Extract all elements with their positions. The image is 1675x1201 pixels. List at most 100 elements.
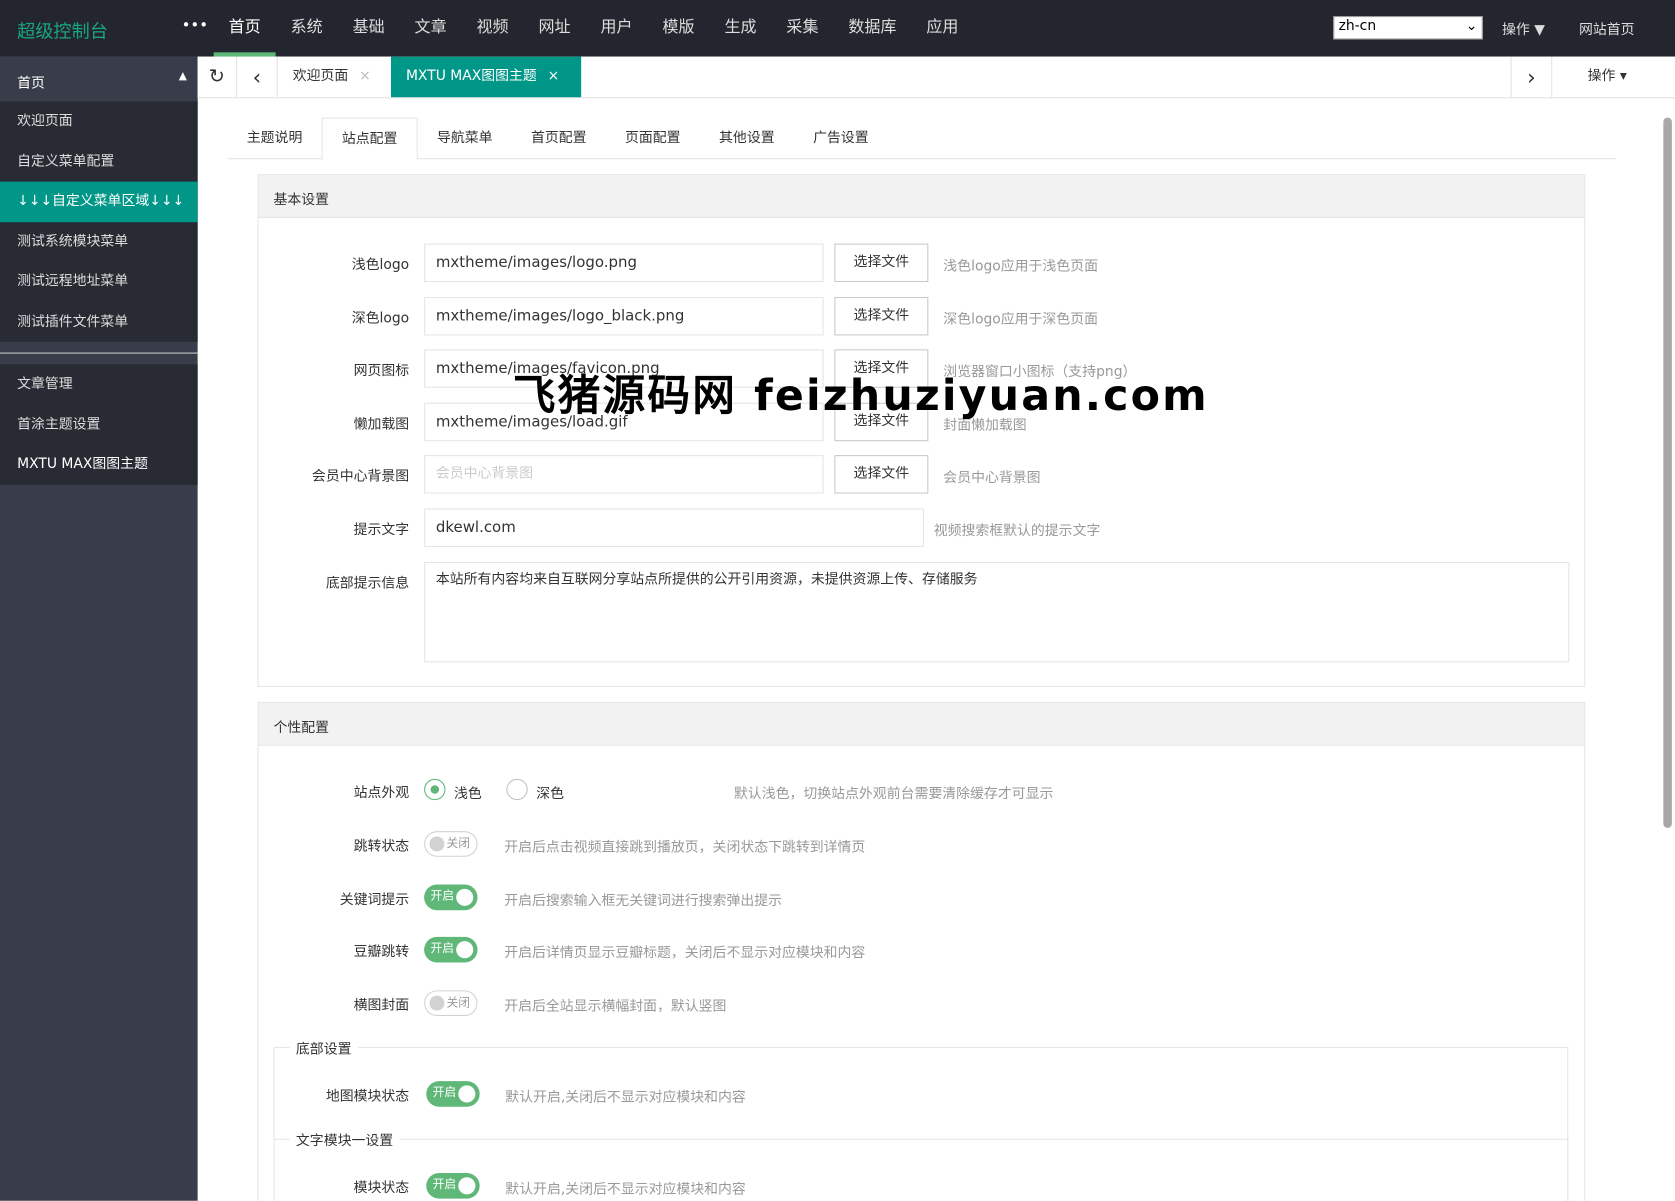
toggle-row: 关键词提示 开启 开启后搜索输入框无关键词进行搜索弹出提示 <box>259 878 1585 916</box>
settings-tab[interactable]: 站点配置 <box>321 117 418 161</box>
field-label: 关键词提示 <box>339 891 410 908</box>
more-menu-button[interactable]: ••• <box>182 17 208 34</box>
footer-info-textarea[interactable]: 本站所有内容均来自互联网分享站点所提供的公开引用资源，未提供资源上传、存储服务 <box>424 561 1570 663</box>
field-tip: 开启后搜索输入框无关键词进行搜索弹出提示 <box>504 892 783 909</box>
settings-tab[interactable]: 导航菜单 <box>418 118 512 159</box>
file-field-row: 会员中心背景图 会员中心背景图 选择文件 会员中心背景图 <box>259 455 1585 494</box>
settings-tabs: 主题说明 站点配置 导航菜单 首页配置 页面配置 其他设置 广告设置 <box>227 117 1617 161</box>
nav-item[interactable]: 系统 <box>276 0 338 57</box>
top-bar: 超级控制台 ••• 首页 系统 基础 文章 视频 网址 用户 模版 生成 采集 数据库 应用 zh-c… <box>0 0 1675 57</box>
scrollbar-thumb[interactable] <box>1663 117 1672 828</box>
sidebar-item[interactable]: 测试系统模块菜单 <box>0 222 198 262</box>
map-module-row: 地图模块状态 开启 默认开启,关闭后不显示对应模块和内容 <box>259 1075 1585 1113</box>
toggle-switch[interactable]: 关闭 <box>424 990 478 1017</box>
settings-tab[interactable]: 主题说明 <box>228 118 322 159</box>
field-label: 站点外观 <box>353 785 410 802</box>
settings-tab[interactable]: 其他设置 <box>700 118 794 159</box>
field-label: 浅色logo <box>351 257 410 274</box>
chevron-down-icon: ⌄ <box>1465 18 1478 35</box>
file-path-input[interactable]: 会员中心背景图 <box>424 455 824 494</box>
tabs-prev-icon[interactable]: ‹ <box>237 56 278 98</box>
nav-item[interactable]: 数据库 <box>833 0 911 57</box>
field-tip: 浅色logo应用于浅色页面 <box>943 258 1098 275</box>
caret-up-icon: ▲ <box>178 70 187 83</box>
sidebar-item[interactable]: 欢迎页面 <box>0 101 198 141</box>
nav-item[interactable]: 应用 <box>911 0 973 57</box>
appearance-row: 站点外观 浅色 深色 默认浅色，切换站点外观前台需要清除缓存才可显示 <box>259 771 1585 809</box>
tab-label: MXTU MAX图图主题 <box>405 68 537 85</box>
tab-welcome[interactable]: 欢迎页面 × <box>278 57 391 98</box>
watermark: 飞猪源码网 feizhuziyuan.com <box>512 371 1209 421</box>
nav-item[interactable]: 模版 <box>648 0 710 57</box>
refresh-icon[interactable]: ↻ <box>198 56 238 98</box>
nav-item[interactable]: 生成 <box>709 0 771 57</box>
close-icon[interactable]: × <box>548 68 560 84</box>
toggle-switch[interactable]: 开启 <box>424 937 478 963</box>
field-label: 会员中心背景图 <box>311 469 410 486</box>
language-select[interactable]: zh-cn ⌄ <box>1333 16 1483 40</box>
sidebar-item[interactable]: 首涂主题设置 <box>0 404 198 444</box>
radio-light[interactable] <box>424 778 446 801</box>
tabs-next-icon[interactable]: › <box>1510 56 1552 98</box>
top-nav: 首页 系统 基础 文章 视频 网址 用户 模版 生成 采集 数据库 应用 <box>213 0 974 57</box>
close-icon[interactable]: × <box>359 68 371 84</box>
main-content: 主题说明 站点配置 导航菜单 首页配置 页面配置 其他设置 广告设置 基本设置 浅色logo… <box>198 98 1662 1201</box>
hint-text-input[interactable]: dkewl.com <box>424 508 925 547</box>
field-label: 跳转状态 <box>353 838 410 855</box>
field-label: 底部提示信息 <box>325 575 410 592</box>
sidebar-item[interactable]: 文章管理 <box>0 364 198 404</box>
field-label: 地图模块状态 <box>325 1088 410 1105</box>
sidebar-item[interactable]: ↓↓↓自定义菜单区域↓↓↓ <box>0 181 198 222</box>
field-label: 横图封面 <box>353 997 410 1014</box>
radio-dark[interactable] <box>506 778 528 801</box>
choose-file-button[interactable]: 选择文件 <box>834 296 929 336</box>
scrollbar[interactable] <box>1661 98 1675 1200</box>
settings-tab[interactable]: 首页配置 <box>512 118 606 159</box>
app-logo: 超级控制台 <box>17 21 108 43</box>
field-tip: 开启后全站显示横幅封面，默认竖图 <box>504 998 727 1015</box>
nav-item[interactable]: 视频 <box>462 0 524 57</box>
hint-text-row: 提示文字 dkewl.com 视频搜索框默认的提示文字 <box>259 508 1585 547</box>
settings-tab[interactable]: 页面配置 <box>606 118 700 159</box>
field-tip: 默认开启,关闭后不显示对应模块和内容 <box>505 1181 746 1198</box>
toggle-switch[interactable]: 开启 <box>424 884 478 910</box>
sidebar-item[interactable]: 测试插件文件菜单 <box>0 302 198 342</box>
tab-mxtu[interactable]: MXTU MAX图图主题 × <box>390 56 582 98</box>
nav-item[interactable]: 基础 <box>338 0 400 57</box>
radio-label: 深色 <box>536 786 565 803</box>
settings-tab[interactable]: 广告设置 <box>794 118 888 159</box>
card-title: 个性配置 <box>258 702 1585 746</box>
site-home-link[interactable]: 网站首页 <box>1579 18 1635 38</box>
nav-item[interactable]: 首页 <box>213 0 276 57</box>
sidebar-head-label: 首页 <box>17 75 45 92</box>
basic-settings-card: 基本设置 浅色logo mxtheme/images/logo.png 选择文件 浅色… <box>257 174 1586 687</box>
file-path-input[interactable]: mxtheme/images/logo_black.png <box>424 296 824 336</box>
nav-item[interactable]: 用户 <box>586 0 648 57</box>
field-tip: 深色logo应用于深色页面 <box>943 311 1098 328</box>
choose-file-button[interactable]: 选择文件 <box>834 455 929 494</box>
nav-item[interactable]: 网址 <box>524 0 586 57</box>
nav-item[interactable]: 文章 <box>400 0 462 57</box>
language-value: zh-cn <box>1338 18 1377 35</box>
text-module-toggle[interactable]: 开启 <box>426 1172 480 1199</box>
action-menu-button[interactable]: 操作 ▼ <box>1502 18 1545 38</box>
fieldset-legend: 文字模块一设置 <box>295 1133 394 1150</box>
sidebar-item-home[interactable]: 首页 ▲ <box>0 56 198 102</box>
toggle-switch[interactable]: 关闭 <box>424 831 478 857</box>
toggle-row: 跳转状态 关闭 开启后点击视频直接跳到播放页，关闭状态下跳转到详情页 <box>259 825 1585 863</box>
sidebar-item[interactable]: 测试远程地址菜单 <box>0 262 198 302</box>
field-tip: 视频搜索框默认的提示文字 <box>933 523 1101 540</box>
field-tip: 默认开启,关闭后不显示对应模块和内容 <box>505 1089 746 1106</box>
toggle-row: 横图封面 关闭 开启后全站显示横幅封面，默认竖图 <box>259 984 1585 1022</box>
sidebar: 首页 ▲ 欢迎页面 自定义菜单配置 ↓↓↓自定义菜单区域↓↓↓ 测试系统模块菜单 测试远程… <box>0 56 198 1201</box>
sidebar-item[interactable]: MXTU MAX图图主题 <box>0 444 198 484</box>
sidebar-item[interactable]: 自定义菜单配置 <box>0 142 198 182</box>
map-module-toggle[interactable]: 开启 <box>426 1081 480 1107</box>
radio-label: 浅色 <box>454 786 482 803</box>
tabs-action-button[interactable]: 操作 ▾ <box>1551 56 1662 98</box>
text-module-row: 模块状态 开启 默认开启,关闭后不显示对应模块和内容 <box>259 1167 1585 1201</box>
nav-item[interactable]: 采集 <box>771 0 833 57</box>
file-path-input[interactable]: mxtheme/images/logo.png <box>424 243 824 283</box>
choose-file-button[interactable]: 选择文件 <box>834 243 929 283</box>
field-label: 提示文字 <box>353 522 410 539</box>
